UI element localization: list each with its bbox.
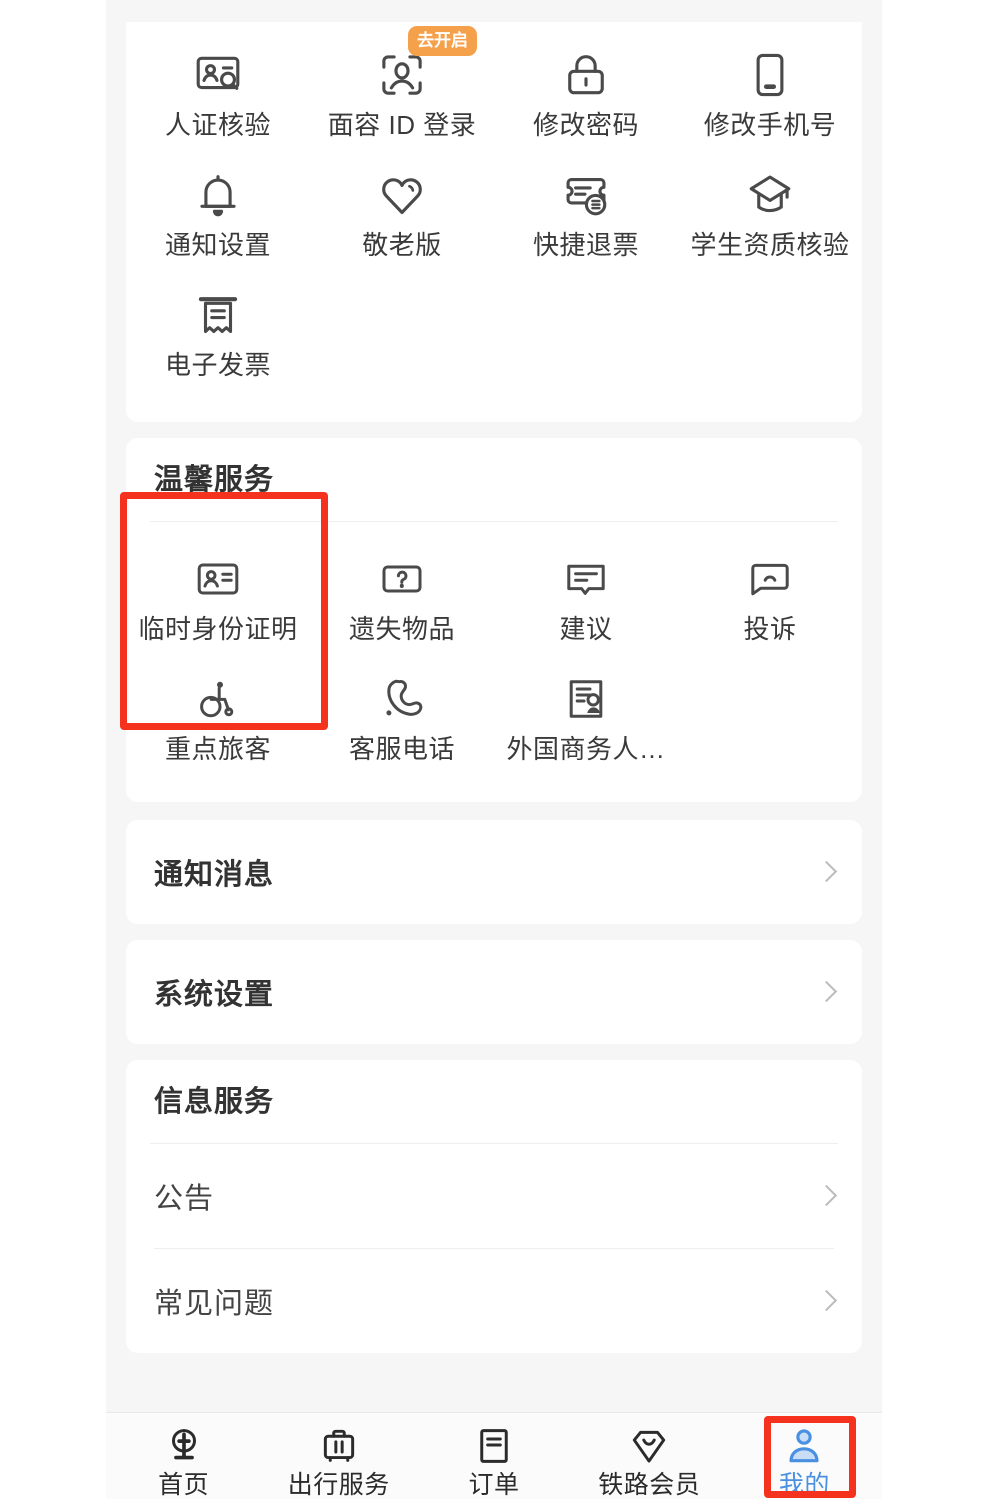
row-announcements[interactable]: 公告 — [126, 1144, 862, 1248]
tile-elderly-version[interactable]: 敬老版 — [310, 168, 494, 288]
tile-label: 重点旅客 — [164, 734, 271, 764]
tile-change-phone[interactable]: 修改手机号 — [678, 48, 862, 168]
wheelchair-icon — [194, 672, 242, 726]
member-diamond-icon — [628, 1423, 670, 1469]
tile-label: 临时身份证明 — [138, 614, 298, 644]
bell-icon — [193, 168, 243, 222]
row-label: 系统设置 — [154, 979, 275, 1011]
row-label: 公告 — [154, 1183, 215, 1215]
tab-travel-service[interactable]: 出行服务 — [261, 1423, 416, 1498]
graduation-cap-icon — [745, 168, 795, 222]
tile-complaint[interactable]: 投诉 — [678, 552, 862, 672]
tile-service-hotline[interactable]: 客服电话 — [310, 672, 494, 792]
tab-mine[interactable]: 我的 — [727, 1423, 882, 1498]
tile-id-card-verify[interactable]: 人证核验 — [126, 48, 310, 168]
row-notification-messages[interactable]: 通知消息 — [126, 820, 862, 924]
foreign-business-doc-icon — [562, 672, 610, 726]
tile-student-verify[interactable]: 学生资质核验 — [678, 168, 862, 288]
tab-home[interactable]: 首页 — [106, 1423, 261, 1498]
railway-logo-icon — [163, 1423, 205, 1469]
tile-label: 电子发票 — [164, 350, 271, 380]
account-services-grid: 人证核验 去开启 面容 ID 登录 修改密码 修改手机号 通知设置 敬老版 快捷… — [126, 22, 862, 422]
tile-label: 投诉 — [743, 614, 797, 644]
tab-label: 出行服务 — [287, 1471, 390, 1499]
heart-icon — [377, 168, 427, 222]
lock-icon — [561, 48, 611, 102]
bottom-tab-bar: 首页 出行服务 订单 铁路会员 我的 — [106, 1412, 882, 1499]
id-card-verify-icon — [193, 48, 243, 102]
tile-label: 人证核验 — [164, 110, 271, 140]
tab-railway-member[interactable]: 铁路会员 — [572, 1423, 727, 1498]
tile-label: 外国商务人… — [506, 734, 666, 764]
tile-quick-refund[interactable]: 快捷退票 — [494, 168, 678, 288]
tile-label: 通知设置 — [164, 230, 271, 260]
app-viewport: 人证核验 去开启 面容 ID 登录 修改密码 修改手机号 通知设置 敬老版 快捷… — [106, 0, 882, 1499]
person-icon — [783, 1423, 825, 1469]
tile-e-invoice[interactable]: 电子发票 — [126, 288, 310, 408]
ticket-refund-icon — [561, 168, 611, 222]
phone-call-icon — [378, 672, 426, 726]
row-label: 常见问题 — [154, 1288, 275, 1320]
phone-icon — [745, 48, 795, 102]
account-services-card: 人证核验 去开启 面容 ID 登录 修改密码 修改手机号 通知设置 敬老版 快捷… — [126, 22, 862, 422]
tile-label: 修改密码 — [532, 110, 639, 140]
chevron-right-icon — [818, 858, 834, 886]
suitcase-icon — [318, 1423, 360, 1469]
tile-suggestion[interactable]: 建议 — [494, 552, 678, 672]
tile-label: 客服电话 — [348, 734, 455, 764]
tile-label: 修改手机号 — [703, 110, 837, 140]
receipt-icon — [193, 288, 243, 342]
tile-label: 敬老版 — [362, 230, 442, 260]
tile-key-passengers[interactable]: 重点旅客 — [126, 672, 310, 792]
chevron-right-icon — [818, 1182, 834, 1210]
tab-label: 我的 — [778, 1471, 830, 1499]
chevron-right-icon — [818, 1287, 834, 1315]
tile-label: 快捷退票 — [532, 230, 639, 260]
warm-service-card: 温馨服务 临时身份证明 遗失物品 建议 投诉 重点旅客 客服电话 外国商务人… — [126, 438, 862, 802]
tile-label: 遗失物品 — [348, 614, 455, 644]
notification-card[interactable]: 通知消息 — [126, 820, 862, 924]
tab-label: 铁路会员 — [598, 1471, 701, 1499]
tile-lost-items[interactable]: 遗失物品 — [310, 552, 494, 672]
chevron-right-icon — [818, 978, 834, 1006]
tile-label: 学生资质核验 — [690, 230, 850, 260]
warm-service-grid: 临时身份证明 遗失物品 建议 投诉 重点旅客 客服电话 外国商务人… — [126, 522, 862, 802]
row-system-settings[interactable]: 系统设置 — [126, 940, 862, 1044]
tab-label: 首页 — [158, 1471, 210, 1499]
temp-id-card-icon — [194, 552, 242, 606]
tab-orders[interactable]: 订单 — [416, 1423, 571, 1498]
scrollable-content[interactable]: 人证核验 去开启 面容 ID 登录 修改密码 修改手机号 通知设置 敬老版 快捷… — [106, 0, 882, 1412]
info-service-title: 信息服务 — [154, 1086, 275, 1118]
tile-foreign-business[interactable]: 外国商务人… — [494, 672, 678, 792]
tile-face-id-login[interactable]: 去开启 面容 ID 登录 — [310, 26, 494, 168]
tile-label: 面容 ID 登录 — [327, 110, 477, 140]
complaint-bubble-icon — [746, 552, 794, 606]
row-faq[interactable]: 常见问题 — [126, 1249, 862, 1353]
tile-notification-settings[interactable]: 通知设置 — [126, 168, 310, 288]
warm-service-title: 温馨服务 — [154, 464, 275, 496]
system-settings-card[interactable]: 系统设置 — [126, 940, 862, 1044]
tile-label: 建议 — [559, 614, 613, 644]
face-id-icon — [377, 48, 427, 102]
order-document-icon — [473, 1423, 515, 1469]
suggestion-bubble-icon — [562, 552, 610, 606]
tab-label: 订单 — [468, 1471, 520, 1499]
face-id-badge[interactable]: 去开启 — [408, 26, 477, 56]
question-box-icon — [378, 552, 426, 606]
info-service-card: 信息服务 公告 常见问题 — [126, 1060, 862, 1353]
row-label: 通知消息 — [154, 859, 275, 891]
tile-change-password[interactable]: 修改密码 — [494, 48, 678, 168]
tile-temp-id-certificate[interactable]: 临时身份证明 — [126, 552, 310, 672]
tile-empty-slot — [678, 672, 862, 792]
